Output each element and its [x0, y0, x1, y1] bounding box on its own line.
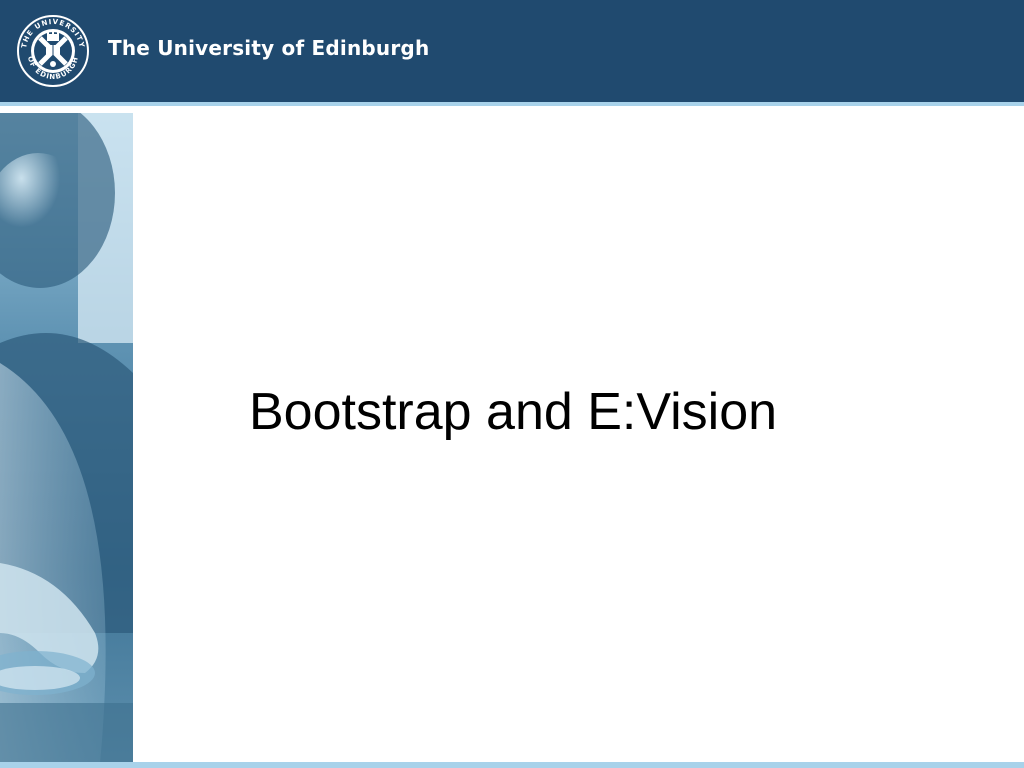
institution-name: The University of Edinburgh: [108, 36, 430, 60]
slide: THE UNIVERSITY OF EDINBURGH The Universi…: [0, 0, 1024, 768]
header-banner: THE UNIVERSITY OF EDINBURGH The Universi…: [0, 0, 1024, 102]
slide-title: Bootstrap and E:Vision: [249, 383, 778, 441]
university-crest-icon: THE UNIVERSITY OF EDINBURGH: [17, 15, 89, 87]
sidebar-photo: [0, 113, 133, 763]
footer-accent-rule: [0, 762, 1024, 768]
header-accent-rule: [0, 102, 1024, 106]
